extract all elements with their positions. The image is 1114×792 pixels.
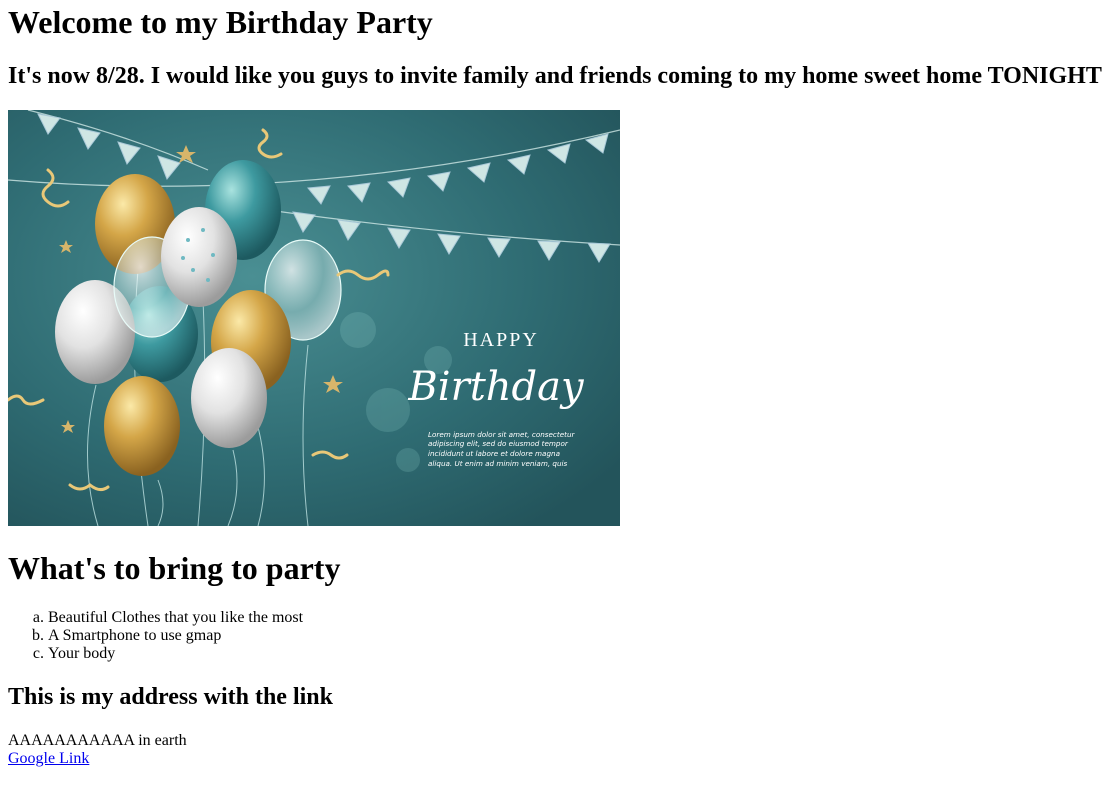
bring-heading: What's to bring to party: [8, 550, 341, 586]
banner-body-line1: Lorem ipsum dolor sit amet, consectetur: [428, 430, 576, 439]
banner-body-line4: aliqua. Ut enim ad minim veniam, quis: [428, 459, 568, 468]
bring-list: Beautiful Clothes that you like the most…: [8, 609, 1106, 663]
list-item: Your body: [48, 645, 1106, 663]
page-title: Welcome to my Birthday Party: [8, 4, 433, 40]
google-link[interactable]: Google Link: [8, 750, 89, 767]
birthday-banner-image: HAPPY Birthday Lorem ipsum dolor sit ame…: [8, 110, 620, 526]
banner-happy-text: HAPPY: [463, 329, 539, 351]
page-subtitle: It's now 8/28. I would like you guys to …: [8, 63, 1102, 89]
address-text: AAAAAAAAAAA in earth: [8, 732, 187, 749]
banner-birthday-text: Birthday: [407, 364, 585, 410]
list-item: A Smartphone to use gmap: [48, 627, 1106, 645]
banner-body-line3: incididunt ut labore et dolore magna: [428, 449, 560, 458]
list-item: Beautiful Clothes that you like the most: [48, 609, 1106, 627]
address-heading: This is my address with the link: [8, 684, 333, 710]
banner-body-line2: adipiscing elit, sed do eiusmod tempor: [428, 439, 569, 448]
